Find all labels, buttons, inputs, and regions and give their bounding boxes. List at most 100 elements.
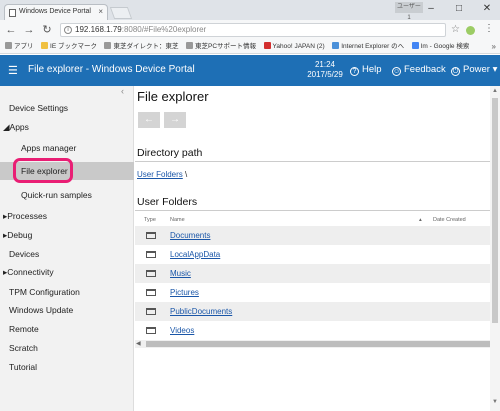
browser-tab[interactable]: Windows Device Portal ×	[4, 4, 108, 20]
sidebar-item-processes[interactable]: ▸Processes	[0, 207, 134, 225]
table-row[interactable]: Music	[135, 264, 497, 283]
sidebar-item-windows-update[interactable]: Windows Update	[0, 301, 134, 319]
clock: 21:24 2017/5/29	[300, 60, 350, 80]
divider	[135, 161, 497, 162]
app-header: ☰ File explorer - Windows Device Portal …	[0, 55, 500, 86]
sidebar-item-connectivity[interactable]: ▸Connectivity	[0, 263, 134, 281]
sidebar-item-apps-manager[interactable]: Apps manager	[0, 139, 134, 157]
back-arrow-icon[interactable]: ←	[4, 23, 18, 37]
table-row[interactable]: Videos	[135, 321, 497, 340]
url-input[interactable]: i 192.168.1.79:8080/#File%20explorer	[60, 23, 446, 37]
url-host: 192.168.1.79	[75, 25, 122, 34]
column-date-created[interactable]: Date Created	[433, 217, 466, 223]
table-row[interactable]: Pictures	[135, 283, 497, 302]
back-button[interactable]: ←	[138, 112, 160, 128]
horizontal-scrollbar[interactable]: ◀	[135, 340, 493, 348]
tab-title: Windows Device Portal	[19, 8, 91, 15]
yahoo-icon	[263, 42, 271, 49]
info-icon[interactable]: i	[64, 26, 72, 34]
feedback-button[interactable]: ☺ Feedback	[392, 64, 446, 76]
url-path: :8080/#File%20explorer	[121, 25, 207, 34]
scroll-left-icon[interactable]: ◀	[136, 340, 141, 348]
address-toolbar: ← → ↻ i 192.168.1.79:8080/#File%20explor…	[0, 20, 500, 40]
maximize-button[interactable]: □	[448, 2, 470, 16]
page-icon	[9, 9, 16, 17]
close-window-button[interactable]: ✕	[476, 2, 498, 16]
folder-link[interactable]: Pictures	[170, 288, 199, 297]
folder-link[interactable]: PublicDocuments	[170, 307, 232, 316]
folder-link[interactable]: Music	[170, 269, 191, 278]
sidebar-item-tpm-configuration[interactable]: TPM Configuration	[0, 283, 134, 301]
divider	[135, 210, 497, 211]
forward-button[interactable]: →	[164, 112, 186, 128]
folder-link[interactable]: LocalAppData	[170, 250, 220, 259]
sidebar-item-apps[interactable]: ◢Apps	[0, 118, 134, 136]
clock-time: 21:24	[314, 60, 336, 69]
bookmark-item[interactable]: IE ブックマーク	[41, 40, 97, 53]
table-row[interactable]: LocalAppData	[135, 245, 497, 264]
bookmark-item[interactable]: 東芝ダイレクト：東芝	[104, 40, 178, 53]
folder-icon	[146, 270, 156, 277]
folder-link[interactable]: Videos	[170, 326, 194, 335]
breadcrumb-separator: \	[185, 170, 188, 179]
app-title: File explorer - Windows Device Portal	[28, 64, 195, 75]
forward-arrow-icon[interactable]: →	[22, 23, 36, 37]
table-row[interactable]: Documents	[135, 226, 497, 245]
main-content: File explorer ← → Directory path User Fo…	[135, 86, 500, 411]
folder-icon	[146, 251, 156, 258]
collapse-sidebar-icon[interactable]: ‹	[121, 86, 124, 96]
user-badge[interactable]: ユーザー 1	[395, 2, 423, 21]
page-title: File explorer	[137, 89, 209, 104]
help-button[interactable]: ? Help	[350, 64, 382, 76]
table-row[interactable]: PublicDocuments	[135, 302, 497, 321]
sidebar-item-scratch[interactable]: Scratch	[0, 339, 134, 357]
apps-grid-icon	[5, 42, 12, 49]
browser-titlebar: Windows Device Portal × ユーザー 1 – □ ✕	[0, 0, 500, 21]
scroll-up-icon[interactable]: ▲	[492, 88, 498, 94]
breadcrumb-user-folders[interactable]: User Folders	[137, 170, 183, 179]
folder-link[interactable]: Documents	[170, 231, 210, 240]
clock-date: 2017/5/29	[307, 70, 343, 79]
close-tab-icon[interactable]: ×	[98, 7, 103, 16]
sidebar-item-quick-run-samples[interactable]: Quick-run samples	[0, 186, 134, 204]
bookmark-star-icon[interactable]: ☆	[451, 24, 460, 35]
windows-icon	[332, 42, 340, 49]
browser-menu-icon[interactable]: ⋮	[484, 23, 494, 34]
smiley-icon: ☺	[392, 67, 401, 76]
reload-icon[interactable]: ↻	[40, 23, 54, 37]
scroll-down-icon[interactable]: ▼	[492, 399, 498, 405]
sidebar-item-tutorial[interactable]: Tutorial	[0, 358, 134, 376]
bookmark-item[interactable]: Internet Explorer のへ	[332, 40, 404, 53]
site-icon	[104, 42, 112, 49]
extension-icon[interactable]	[466, 26, 475, 35]
site-icon	[186, 42, 193, 49]
folder-icon	[146, 232, 156, 239]
folder-icon	[146, 289, 156, 296]
more-bookmarks-icon[interactable]: »	[492, 40, 496, 53]
sidebar-item-devices[interactable]: Devices	[0, 245, 134, 263]
scrollbar-thumb[interactable]	[492, 98, 498, 323]
breadcrumb: User Folders \	[137, 170, 187, 179]
power-button[interactable]: ⏻ Power ▾	[451, 64, 497, 76]
highlight-annotation	[13, 158, 73, 183]
vertical-scrollbar[interactable]: ▲ ▼	[490, 86, 500, 411]
user-folders-heading: User Folders	[137, 196, 198, 208]
minimize-button[interactable]: –	[420, 2, 442, 16]
folder-icon	[146, 327, 156, 334]
bookmark-item[interactable]: Im - Google 検索	[411, 40, 469, 53]
sidebar: ‹ Device Settings ◢Apps Apps manager Fil…	[0, 86, 134, 411]
new-tab-button[interactable]	[109, 7, 133, 19]
directory-path-heading: Directory path	[137, 147, 203, 159]
sidebar-item-remote[interactable]: Remote	[0, 320, 134, 338]
column-name[interactable]: Name	[170, 217, 185, 223]
help-icon: ?	[350, 67, 359, 76]
hamburger-menu-icon[interactable]: ☰	[8, 64, 18, 77]
scrollbar-thumb[interactable]	[146, 341, 492, 347]
sidebar-item-debug[interactable]: ▸Debug	[0, 226, 134, 244]
bookmark-item[interactable]: 東芝PCサポート情報	[186, 40, 256, 53]
column-type[interactable]: Type	[144, 217, 156, 223]
bookmark-item[interactable]: Yahoo! JAPAN (2)	[263, 40, 325, 53]
bookmark-item[interactable]: アプリ	[5, 40, 34, 53]
google-icon	[411, 42, 419, 49]
sidebar-item-device-settings[interactable]: Device Settings	[0, 99, 134, 117]
